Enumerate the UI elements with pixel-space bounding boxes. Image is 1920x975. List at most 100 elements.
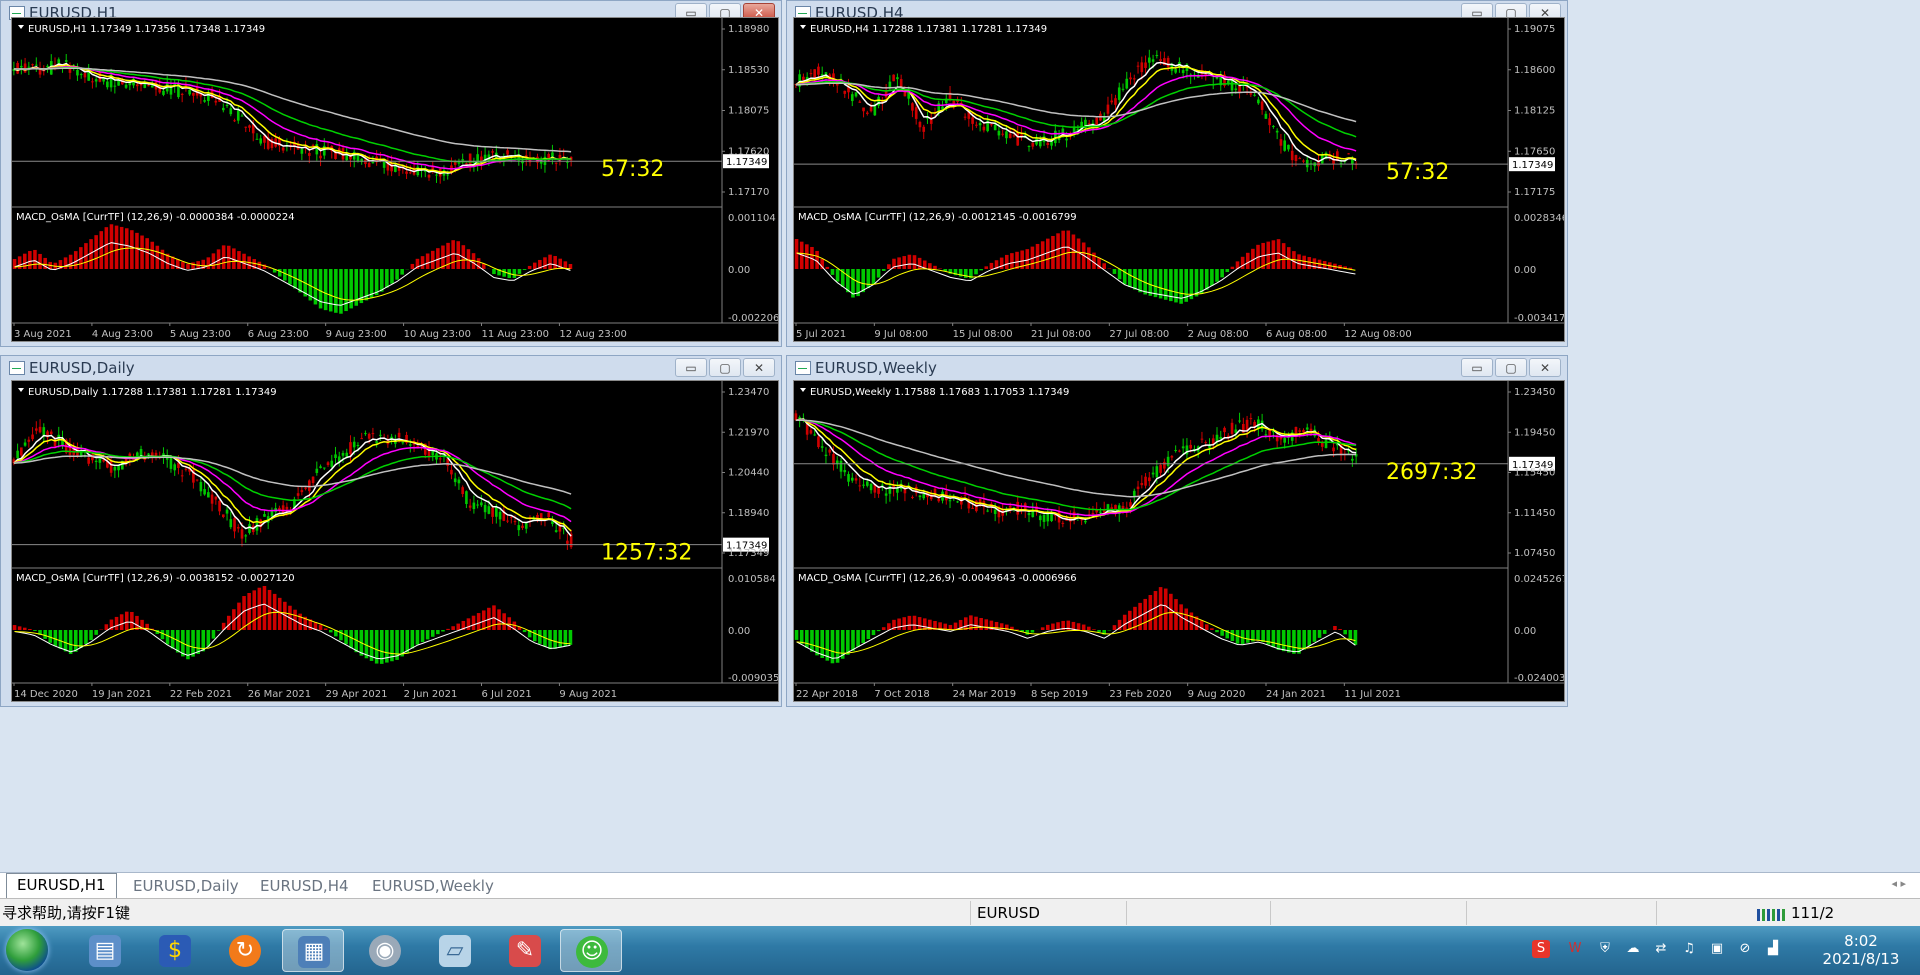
candle-body <box>401 442 405 444</box>
chart-area[interactable]: 1.17349 1.18980 1.18530 1.18075 1.17620 1.171… <box>11 17 779 342</box>
candle-body <box>483 504 487 513</box>
candle-body <box>311 145 315 147</box>
candle-body <box>1038 515 1042 521</box>
tab-eurusd-h1[interactable]: EURUSD,H1 <box>6 873 117 898</box>
candle-body <box>248 524 251 533</box>
tray-network-icon[interactable]: ⇄ <box>1652 940 1670 958</box>
system-clock[interactable]: 8:02 2021/8/13 <box>1816 932 1906 968</box>
date-axis-label: 24 Jan 2021 <box>1266 689 1326 700</box>
candle-body <box>1268 118 1271 126</box>
status-help-text: 寻求帮助,请按F1键 <box>2 904 130 922</box>
candle-body <box>450 469 453 475</box>
candle-body <box>1132 78 1136 80</box>
candle-body <box>1249 418 1253 420</box>
price-chart[interactable]: 1.173491.234701.219701.204401.189401.173… <box>12 381 778 701</box>
minimize-button[interactable]: ▭ <box>1461 358 1493 377</box>
candle-body <box>38 426 42 433</box>
candle-body <box>360 438 363 440</box>
tab-eurusd-weekly[interactable]: EURUSD,Weekly <box>362 875 504 897</box>
taskbar-app-metatrader[interactable]: ▦ <box>282 929 344 972</box>
candle-body <box>1140 62 1144 73</box>
taskbar-app-dollar[interactable]: $ <box>144 929 206 972</box>
chart-area[interactable]: 1.17349 1.19075 1.18600 1.18125 1.17650 1.171… <box>793 17 1565 342</box>
candle-body <box>1234 88 1238 91</box>
date-axis-label: 26 Mar 2021 <box>248 689 311 700</box>
candle-body <box>255 518 259 531</box>
metatrader-icon: ▦ <box>298 936 330 968</box>
price-chart[interactable]: 1.17349 1.18980 1.18530 1.18075 1.17620 1.171… <box>12 18 778 341</box>
tab-eurusd-daily[interactable]: EURUSD,Daily <box>123 875 249 897</box>
candle-body <box>1148 57 1151 63</box>
tray-monitor-icon[interactable]: ▣ <box>1708 940 1726 958</box>
maximize-button[interactable]: ▢ <box>1495 358 1527 377</box>
macd-axis-label: 0.001104 <box>728 213 776 224</box>
candle-body <box>1121 88 1125 90</box>
chart-window-daily[interactable]: EURUSD,Daily ▭ ▢ ✕ 1.17349 1.23470 1.21970 1.… <box>0 355 782 707</box>
candle-body <box>1151 59 1155 62</box>
candle-body <box>1012 135 1016 137</box>
candle-body <box>180 475 184 477</box>
candle-body <box>896 77 899 80</box>
candle-body <box>937 498 941 502</box>
candle-body <box>1294 155 1298 161</box>
price-info-label: EURUSD,Daily 1.17288 1.17381 1.17281 1.1… <box>28 387 277 398</box>
tab-scroll-arrows[interactable]: ◂ ▸ <box>1891 877 1906 890</box>
chart-area[interactable]: 1.17349 1.23450 1.19450 1.15450 1.11450 1.074… <box>793 380 1565 702</box>
tray-chat-icon[interactable]: ☁ <box>1624 940 1642 958</box>
taskbar-app-wechat[interactable]: ☺ <box>560 929 622 972</box>
candle-body <box>319 466 322 468</box>
window-titlebar[interactable]: EURUSD,Daily ▭ ▢ ✕ <box>1 356 781 380</box>
candle-body <box>884 493 888 496</box>
taskbar-app-chart[interactable]: ▤ <box>74 929 136 972</box>
candle-body <box>409 172 412 174</box>
candle-body <box>948 500 952 502</box>
candle-body <box>1159 464 1162 473</box>
clock-date: 2021/8/13 <box>1822 950 1900 968</box>
candle-body <box>498 511 502 520</box>
chart-window-h4[interactable]: EURUSD,H4 ▭ ▢ ✕ 1.17349 1.19075 1.18600 1.181… <box>786 0 1568 347</box>
taskbar-app-camera[interactable]: ◉ <box>354 929 416 972</box>
candle-body <box>225 509 229 514</box>
taskbar-app-tool[interactable]: ✎ <box>494 929 556 972</box>
price-chart[interactable]: 1.173491.234501.194501.154501.114501.074… <box>794 381 1564 701</box>
candle-body <box>23 63 27 73</box>
minimize-button[interactable]: ▭ <box>675 358 707 377</box>
date-axis-label: 10 Aug 23:00 <box>404 329 471 340</box>
tray-mute-icon[interactable]: ⊘ <box>1736 940 1754 958</box>
candle-body <box>94 460 98 463</box>
candle-body <box>315 468 319 473</box>
price-chart[interactable]: 1.17349 1.19075 1.18600 1.18125 1.17650 1.171… <box>794 18 1564 341</box>
taskbar-app-orange[interactable]: ↻ <box>214 929 276 972</box>
candle-body <box>824 454 828 457</box>
chart-window-weekly[interactable]: EURUSD,Weekly ▭ ▢ ✕ 1.17349 1.23450 1.19450 1… <box>786 355 1568 707</box>
candle-body <box>487 506 491 514</box>
date-axis-label: 14 Dec 2020 <box>14 689 78 700</box>
candle-body <box>1215 77 1219 79</box>
candle-body <box>1298 430 1302 432</box>
tab-eurusd-h4[interactable]: EURUSD,H4 <box>250 875 359 897</box>
tray-volume-icon[interactable]: ♫ <box>1680 940 1698 958</box>
candle-body <box>1347 153 1350 155</box>
close-button[interactable]: ✕ <box>743 358 775 377</box>
tray-wps-icon[interactable]: W <box>1566 940 1584 958</box>
window-titlebar[interactable]: EURUSD,Weekly ▭ ▢ ✕ <box>787 356 1567 380</box>
candle-body <box>1302 160 1305 162</box>
start-button[interactable] <box>6 929 48 971</box>
candle-countdown-timer: 2697:32 <box>1386 460 1477 485</box>
price-axis-label: 1.18980 <box>728 24 769 35</box>
status-empty-1 <box>1126 901 1273 925</box>
candle-body <box>881 484 884 486</box>
candle-body <box>1031 142 1035 147</box>
taskbar-app-notebook[interactable]: ▱ <box>424 929 486 972</box>
candle-body <box>975 124 978 126</box>
chart-area[interactable]: 1.17349 1.23470 1.21970 1.20440 1.18940 1.173… <box>11 380 779 702</box>
candle-body <box>1287 144 1290 150</box>
close-button[interactable]: ✕ <box>1529 358 1561 377</box>
tray-shield-icon[interactable]: ⛨ <box>1596 940 1614 958</box>
chart-window-h1[interactable]: EURUSD,H1 ▭ ▢ ✕ 1.17349 1.18980 1.18530 1.180… <box>0 0 782 347</box>
candle-body <box>1005 131 1008 139</box>
maximize-button[interactable]: ▢ <box>709 358 741 377</box>
tray-signal-icon[interactable]: ▟ <box>1764 940 1782 958</box>
tray-app-s-icon[interactable]: S <box>1532 940 1550 958</box>
macd-info-label: MACD_OsMA [CurrTF] (12,26,9) -0.0012145 … <box>798 212 1077 223</box>
